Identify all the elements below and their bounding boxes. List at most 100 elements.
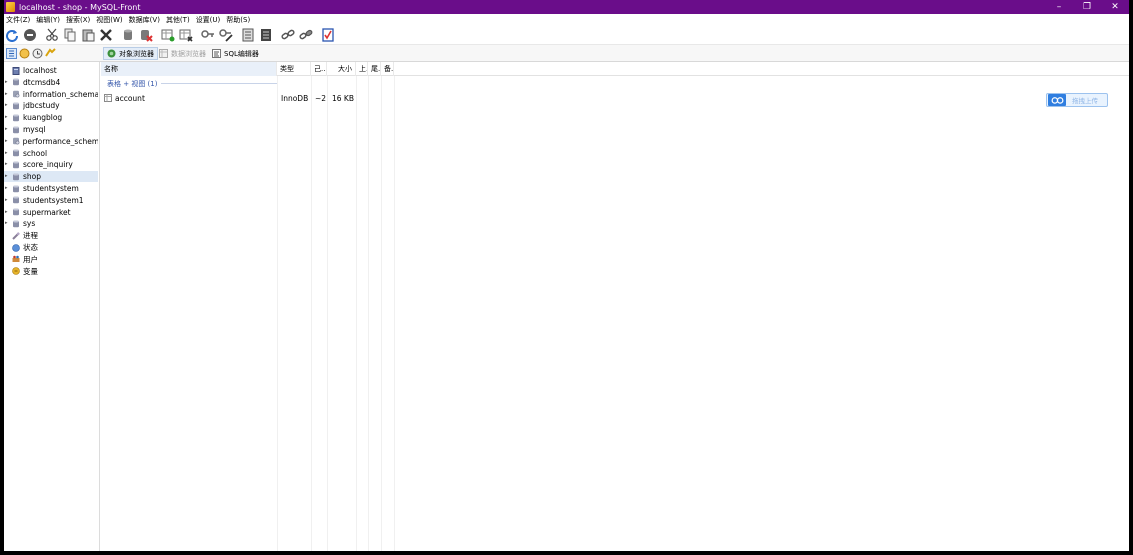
tree-item-database[interactable]: ▸ dtcmsdb4 [4, 77, 98, 88]
status-icon [12, 243, 20, 252]
expand-icon[interactable]: ▸ [5, 186, 10, 191]
menu-database[interactable]: 数据库(V) [127, 15, 162, 25]
minimize-button[interactable]: – [1045, 0, 1073, 14]
tab-object-browser[interactable]: 对象浏览器 [103, 47, 158, 60]
row-name-cell: account [104, 92, 145, 104]
database-icon [13, 114, 19, 121]
tree-item-database[interactable]: ▸ information_schema [4, 89, 98, 100]
link-icon[interactable] [280, 27, 296, 43]
key-edit-icon[interactable] [218, 27, 234, 43]
tree-item-database[interactable]: ▸ school [4, 148, 98, 159]
history-icon[interactable] [32, 48, 43, 59]
tab-data-browser[interactable]: 数据浏览器 [156, 47, 209, 60]
link-edit-icon[interactable] [298, 27, 314, 43]
index-icon[interactable] [240, 27, 256, 43]
users-icon [12, 255, 20, 263]
tree-item-database[interactable]: ▸ studentsystem [4, 183, 98, 194]
column-name[interactable]: 名称 [101, 62, 277, 76]
menu-other[interactable]: 其他(T) [164, 15, 192, 25]
database-icon [13, 196, 19, 204]
title-bar[interactable]: localhost - shop - MySQL-Front – ❐ ✕ [4, 0, 1129, 14]
column-updated[interactable]: 上. [356, 62, 368, 76]
tree-item-database[interactable]: ▸ performance_schema [4, 136, 98, 147]
table-add-icon[interactable] [160, 27, 176, 43]
cut-icon[interactable] [44, 27, 60, 43]
column-tail[interactable]: 尾. [368, 62, 381, 76]
row-type: InnoDB [281, 93, 309, 103]
favorites-icon[interactable] [19, 48, 30, 59]
copy-icon[interactable] [62, 27, 78, 43]
tree-item-label: studentsystem1 [23, 195, 84, 205]
expand-icon[interactable]: ▸ [5, 209, 10, 215]
table-row[interactable]: account InnoDB ~2 16 KB [101, 92, 1129, 104]
tree-item-label: 变量 [23, 266, 38, 276]
drag-upload-button[interactable]: 拖拽上传 [1046, 93, 1108, 107]
menu-view[interactable]: 视图(W) [94, 15, 124, 25]
tree-item-database[interactable]: ▸ shop [4, 171, 98, 183]
column-divider [356, 76, 357, 551]
expand-icon[interactable]: ▸ [5, 197, 10, 203]
expand-icon[interactable]: ▸ [5, 79, 10, 85]
menu-search[interactable]: 搜索(X) [64, 15, 92, 25]
menu-file[interactable]: 文件(Z) [4, 15, 32, 25]
tree-item-variables[interactable]: 变量 [4, 266, 98, 277]
group-divider [161, 83, 277, 84]
tree-item-database[interactable]: ▸ score_inquiry [4, 159, 98, 170]
menu-edit[interactable]: 编辑(Y) [34, 15, 62, 25]
column-note[interactable]: 备. [381, 62, 394, 76]
expand-icon[interactable]: ▸ [5, 150, 10, 156]
column-header: 名称 类型 己.. 大小 上. 尾. 备. [101, 62, 1129, 76]
tree-item-label: information_schema [22, 89, 98, 99]
column-size[interactable]: 大小 [327, 62, 356, 76]
expand-icon[interactable]: ▸ [5, 162, 10, 167]
tree-item-database[interactable]: ▸ studentsystem1 [4, 195, 98, 206]
database-icon[interactable] [120, 27, 136, 43]
tree-item-database[interactable]: ▸ jdbcstudy [4, 100, 98, 111]
tree-item-database[interactable]: ▸ sys [4, 218, 98, 229]
database-icon [13, 185, 19, 192]
group-header[interactable]: 表格 + 视图 (1) [107, 79, 157, 89]
key-icon[interactable] [200, 27, 216, 43]
expand-icon[interactable]: ▸ [5, 115, 10, 120]
database-delete-icon[interactable] [138, 27, 154, 43]
tree-item-processes[interactable]: 进程 [4, 230, 98, 241]
column-type[interactable]: 类型 [277, 62, 311, 76]
checklist-icon[interactable] [320, 27, 336, 43]
refresh-icon[interactable] [4, 27, 20, 43]
restore-button[interactable]: ❐ [1073, 0, 1101, 14]
tree-view-icon[interactable] [6, 48, 17, 59]
tree-item-database[interactable]: ▸ mysql [4, 124, 98, 135]
database-icon [13, 102, 19, 110]
tab-data-browser-label: 数据浏览器 [171, 49, 206, 58]
expand-icon[interactable]: ▸ [5, 221, 10, 226]
expand-icon[interactable]: ▸ [5, 91, 10, 97]
menu-settings[interactable]: 设置(U) [194, 15, 223, 25]
table-delete-icon[interactable] [178, 27, 194, 43]
close-button[interactable]: ✕ [1101, 0, 1129, 14]
tree-item-label: 用户 [23, 254, 38, 264]
expand-icon[interactable]: ▸ [5, 127, 10, 132]
paste-icon[interactable] [80, 27, 96, 43]
server-icon [12, 66, 20, 75]
tree-item-status[interactable]: 状态 [4, 242, 98, 253]
folder-link-icon[interactable] [45, 48, 56, 59]
database-icon [13, 78, 19, 86]
collapse-icon[interactable] [5, 68, 10, 73]
tree-item-label: mysql [23, 125, 46, 134]
tab-sql-editor[interactable]: SQL编辑器 [209, 47, 262, 60]
expand-icon[interactable]: ▸ [5, 174, 10, 179]
view-bar: 对象浏览器 数据浏览器 SQL编辑器 [4, 44, 1129, 62]
expand-icon[interactable]: ▸ [5, 138, 10, 144]
index-edit-icon[interactable] [258, 27, 274, 43]
column-divider [327, 76, 328, 551]
tree-item-database[interactable]: ▸ supermarket [4, 207, 98, 218]
delete-icon[interactable] [98, 27, 114, 43]
column-rows[interactable]: 己.. [311, 62, 327, 76]
stop-icon[interactable] [22, 27, 38, 43]
expand-icon[interactable]: ▸ [5, 103, 10, 108]
tree-item-localhost[interactable]: localhost [4, 65, 98, 76]
menu-help[interactable]: 帮助(S) [224, 15, 252, 25]
row-size: 16 KB [332, 93, 354, 103]
tree-item-database[interactable]: ▸ kuangblog [4, 112, 98, 123]
tree-item-users[interactable]: 用户 [4, 254, 98, 265]
